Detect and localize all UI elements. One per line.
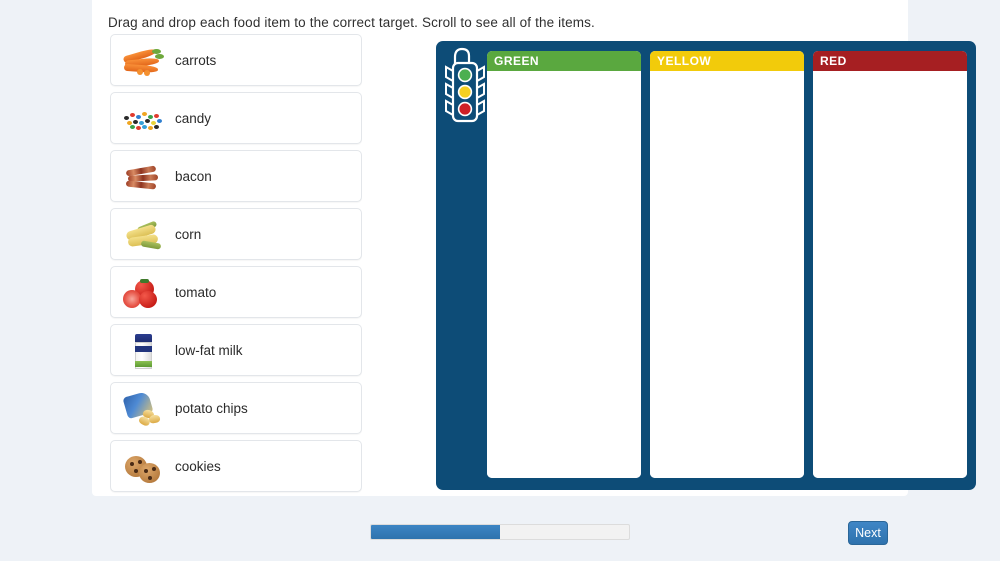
list-item-label: carrots [175,52,217,68]
list-item[interactable]: low-fat milk [110,324,362,376]
instructions-text: Drag and drop each food item to the corr… [108,15,595,30]
list-item-label: candy [175,110,212,126]
progress-bar-fill [371,525,500,539]
candy-image [119,96,169,140]
corn-image [119,212,169,256]
list-item[interactable]: tomato [110,266,362,318]
food-item-list[interactable]: carrots candy bacon corn tomato low-fat … [110,34,362,494]
drop-columns: GREEN YELLOW RED [487,51,967,478]
list-item-label: corn [175,226,202,242]
drop-zone-header-green: GREEN [487,51,641,71]
drop-zone-header-yellow: YELLOW [650,51,804,71]
list-item-label: tomato [175,284,217,300]
tomato-image [119,270,169,314]
cookies-image [119,444,169,488]
list-item[interactable]: bacon [110,150,362,202]
list-item-label: low-fat milk [175,342,243,358]
list-item-label: bacon [175,168,212,184]
progress-bar [370,524,630,540]
list-item[interactable]: candy [110,92,362,144]
activity-screen: Drag and drop each food item to the corr… [0,0,1000,561]
next-button[interactable]: Next [848,521,888,545]
drop-zone-body-yellow[interactable] [650,71,804,478]
traffic-light-icon [442,43,488,131]
drop-zone-green[interactable]: GREEN [487,51,641,478]
list-item[interactable]: potato chips [110,382,362,434]
drop-zone-body-green[interactable] [487,71,641,478]
list-item-label: potato chips [175,400,248,416]
list-item[interactable]: cookies [110,440,362,492]
content-panel: Drag and drop each food item to the corr… [92,0,976,496]
list-item[interactable]: carrots [110,34,362,86]
drop-zone-red[interactable]: RED [813,51,967,478]
carrots-image [119,38,169,82]
potato-chips-image [119,386,169,430]
list-item[interactable]: corn [110,208,362,260]
drop-zone-header-red: RED [813,51,967,71]
milk-carton-image [119,328,169,372]
drop-target-board: GREEN YELLOW RED [436,41,976,490]
list-item-label: cookies [175,458,221,474]
bacon-image [119,154,169,198]
drop-zone-body-red[interactable] [813,71,967,478]
drop-zone-yellow[interactable]: YELLOW [650,51,804,478]
